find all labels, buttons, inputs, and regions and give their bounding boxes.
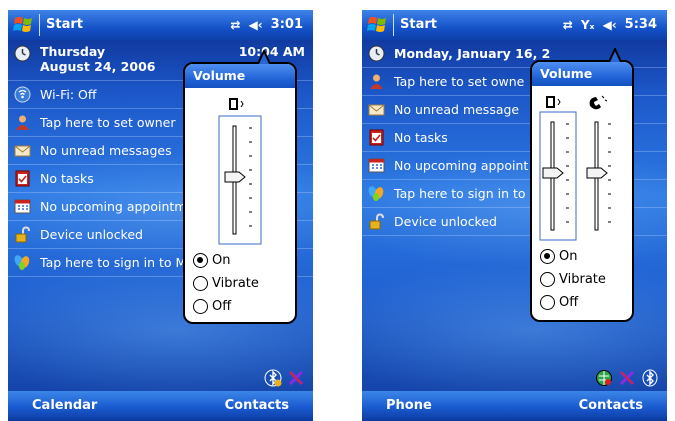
notification-icons	[264, 369, 305, 387]
list-item-label: Wi-Fi: Off	[40, 87, 97, 102]
volume-title: Volume	[532, 62, 632, 86]
speaker-icon[interactable]: ◀︎‹	[248, 18, 262, 32]
list-item-label: Tap here to set owne	[394, 74, 525, 89]
wifi-icon	[14, 86, 31, 103]
speaker-icon[interactable]: ◀︎‹	[602, 18, 616, 32]
ringer-slider-thumb[interactable]	[586, 167, 608, 179]
speaker-icon	[229, 98, 244, 110]
volume-slider-thumb[interactable]	[224, 171, 246, 183]
list-item-label: No upcoming appoint	[394, 158, 529, 173]
radio-vibrate[interactable]: Vibrate	[540, 272, 606, 287]
today-time: 10:04 AM	[238, 44, 305, 59]
list-item-label: No unread message	[394, 102, 520, 117]
lock-icon	[369, 213, 384, 230]
radio-off[interactable]: Off	[540, 295, 578, 310]
radio-on-label: On	[559, 249, 578, 264]
radio-vibrate-label: Vibrate	[559, 272, 606, 287]
owner-icon	[370, 74, 383, 89]
clock-time[interactable]: 5:34	[625, 17, 657, 32]
volume-popup: Volume On Vibrate Off	[183, 50, 297, 324]
lock-icon	[15, 226, 30, 243]
ringer-volume-slider[interactable]	[582, 94, 626, 244]
list-item-label: Tap here to set owner	[40, 115, 176, 130]
date-full: Monday, January 16, 2	[394, 46, 551, 61]
speaker-icon	[546, 96, 561, 108]
start-menu-label[interactable]: Start	[46, 17, 83, 32]
bluetooth-icon[interactable]	[641, 369, 659, 387]
softkey-phone[interactable]: Phone	[386, 398, 432, 413]
windows-start-icon[interactable]	[366, 13, 390, 37]
connectivity-icon[interactable]: ⇄	[563, 18, 573, 32]
radio-off-label: Off	[559, 295, 579, 310]
list-item-label: No upcoming appointm	[40, 199, 187, 214]
radio-on-indicator[interactable]	[193, 253, 208, 268]
radio-vibrate[interactable]: Vibrate	[193, 276, 259, 291]
title-bar: Start ⇄ ◀︎‹ 3:01	[8, 10, 313, 40]
phone-handset-icon	[589, 95, 608, 110]
radio-vibrate-indicator[interactable]	[193, 276, 208, 291]
msn-butterfly-icon	[368, 186, 384, 201]
list-item-label: Tap here to sign in to M	[40, 255, 187, 270]
softkey-calendar[interactable]: Calendar	[32, 398, 97, 413]
title-separator	[393, 14, 394, 36]
radio-vibrate-label: Vibrate	[212, 276, 259, 291]
clock-icon	[368, 45, 385, 62]
list-item-label: No unread messages	[40, 143, 172, 158]
system-volume-slider[interactable]	[538, 94, 582, 244]
list-item-label: Device unlocked	[394, 214, 497, 229]
wireless-off-icon[interactable]	[618, 369, 636, 387]
system-volume-slider[interactable]	[215, 96, 265, 246]
clock-icon	[14, 45, 31, 62]
volume-body: On Vibrate Off	[532, 86, 632, 320]
network-globe-icon[interactable]	[595, 369, 613, 387]
date-weekday: Thursday	[40, 44, 106, 59]
softkey-contacts[interactable]: Contacts	[225, 398, 289, 413]
wireless-off-icon[interactable]	[287, 369, 305, 387]
radio-off-indicator[interactable]	[193, 299, 208, 314]
title-separator	[39, 14, 40, 36]
start-menu-label[interactable]: Start	[400, 17, 437, 32]
connectivity-icon[interactable]: ⇄	[230, 18, 240, 32]
volume-slider-thumb[interactable]	[542, 167, 564, 179]
radio-on-indicator[interactable]	[540, 249, 555, 264]
radio-off-indicator[interactable]	[540, 295, 555, 310]
radio-on[interactable]: On	[193, 253, 230, 268]
status-icons: ⇄ Yₓ ◀︎‹ 5:34	[563, 17, 657, 32]
signal-off-icon[interactable]: Yₓ	[581, 18, 595, 32]
softkey-bar: Calendar Contacts	[8, 391, 313, 421]
list-item-label: Tap here to sign in to	[394, 186, 526, 201]
phone-screen-right: Start ⇄ Yₓ ◀︎‹ 5:34 Monday, January 16, …	[362, 10, 667, 421]
windows-start-icon[interactable]	[12, 13, 36, 37]
softkey-bar: Phone Contacts	[362, 391, 667, 421]
msn-butterfly-icon	[14, 255, 30, 270]
envelope-icon	[368, 104, 385, 116]
tasks-icon	[369, 129, 384, 146]
notification-icons	[595, 369, 659, 387]
phone-screen-left: Start ⇄ ◀︎‹ 3:01 Thursday August 24, 200…	[8, 10, 313, 421]
softkey-contacts[interactable]: Contacts	[579, 398, 643, 413]
tasks-icon	[15, 170, 30, 187]
calendar-icon	[14, 199, 31, 214]
owner-icon	[16, 115, 29, 130]
volume-title: Volume	[185, 64, 295, 88]
radio-vibrate-indicator[interactable]	[540, 272, 555, 287]
volume-body: On Vibrate Off	[185, 88, 295, 322]
radio-off-label: Off	[212, 299, 232, 314]
volume-popup: Volume On Vibrate Off	[530, 48, 634, 322]
title-bar: Start ⇄ Yₓ ◀︎‹ 5:34	[362, 10, 667, 40]
date-full: August 24, 2006	[40, 59, 156, 74]
clock-time[interactable]: 3:01	[271, 17, 303, 32]
radio-on-label: On	[212, 253, 231, 268]
radio-off[interactable]: Off	[193, 299, 231, 314]
status-icons: ⇄ ◀︎‹ 3:01	[230, 17, 303, 32]
list-item-label: Device unlocked	[40, 227, 143, 242]
list-item-label: No tasks	[394, 130, 448, 145]
list-item-label: No tasks	[40, 171, 94, 186]
bluetooth-icon[interactable]	[264, 369, 282, 387]
radio-on[interactable]: On	[540, 249, 577, 264]
calendar-icon	[368, 158, 385, 173]
envelope-icon	[14, 145, 31, 157]
